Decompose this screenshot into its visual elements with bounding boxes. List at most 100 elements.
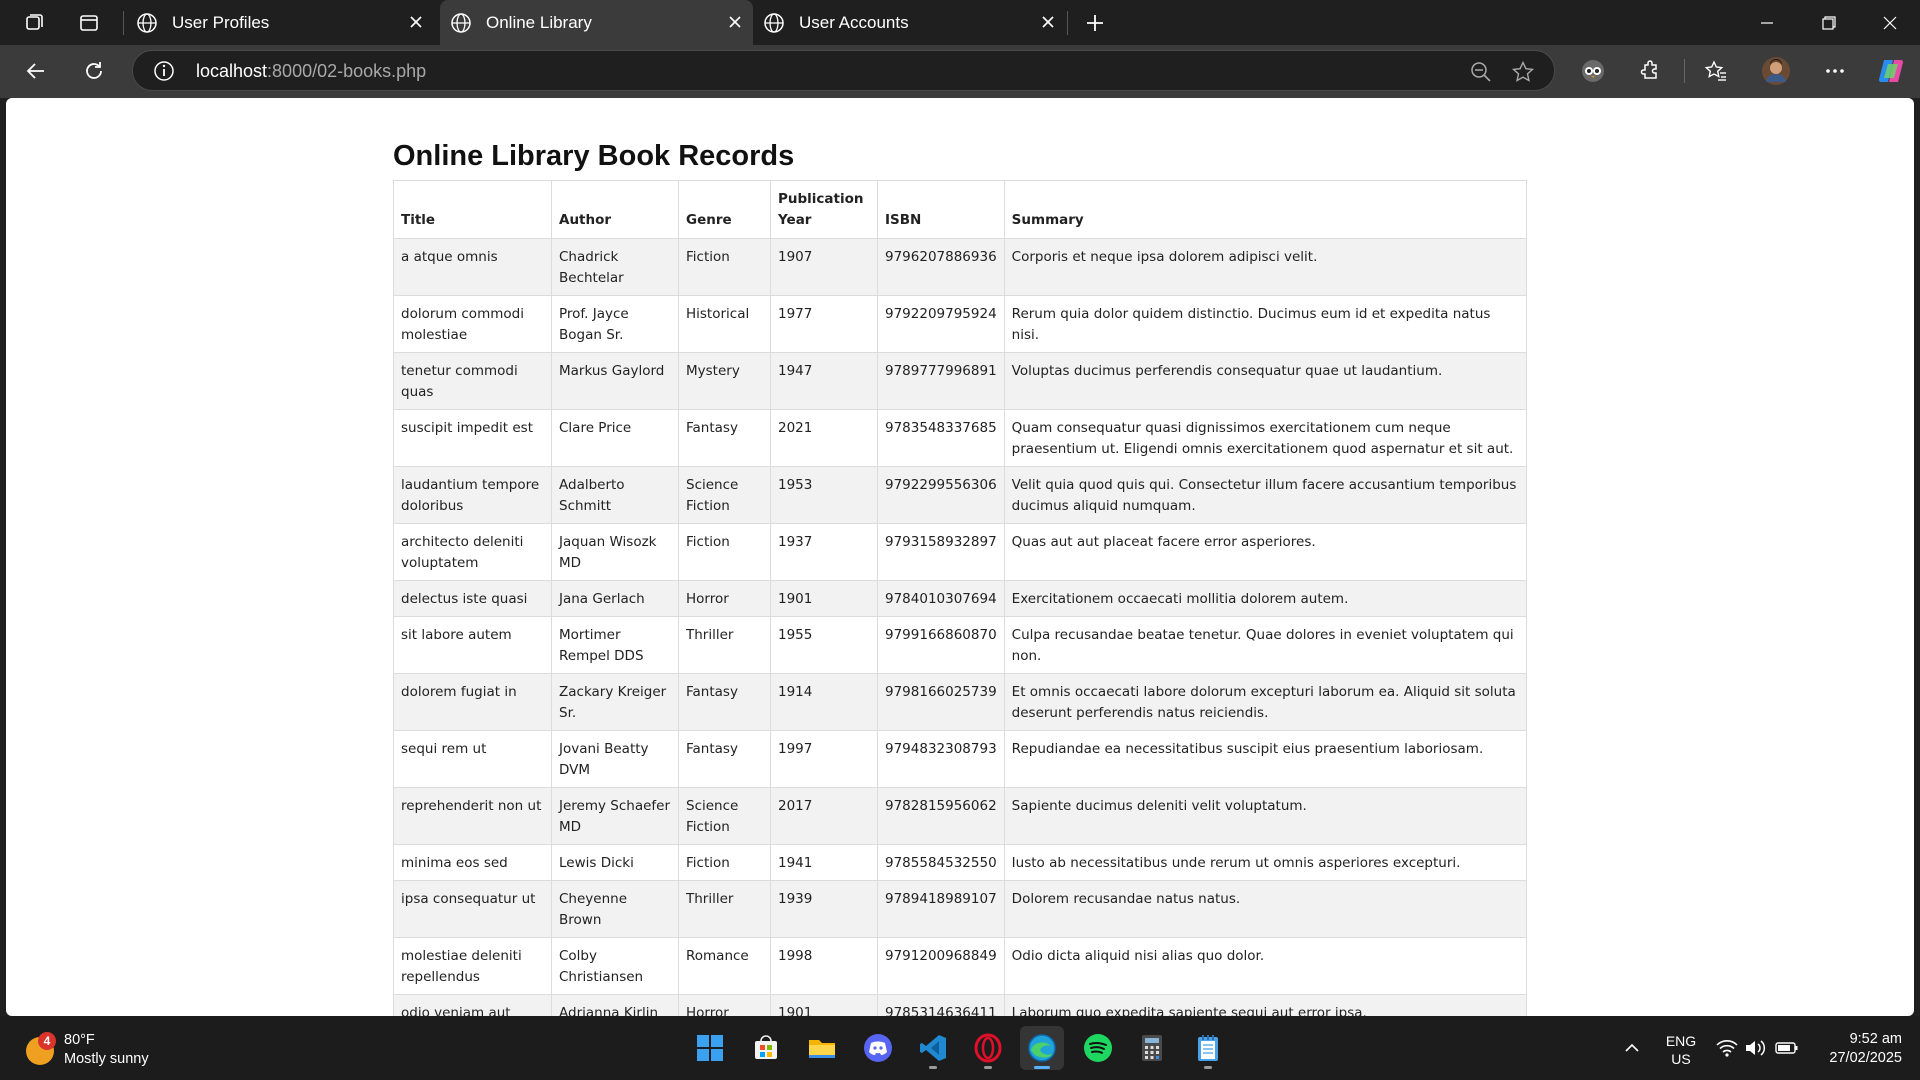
cell-summary: Culpa recusandae beatae tenetur. Quae do…	[1003, 616, 1528, 674]
url-text: localhost:8000/02-books.php	[196, 61, 427, 81]
copilot-icon[interactable]	[1871, 51, 1911, 91]
cell-genre: Fiction	[678, 238, 771, 296]
cell-isbn: 9789418989107	[877, 880, 1005, 938]
cell-author: Mortimer Rempel DDS	[551, 616, 679, 674]
weather-widget[interactable]: 4 80°F Mostly sunny	[22, 1030, 222, 1070]
close-tab-icon[interactable]	[1038, 12, 1058, 32]
cell-genre: Science Fiction	[678, 787, 771, 845]
cell-title: odio veniam aut	[393, 994, 552, 1016]
close-tab-icon[interactable]	[406, 12, 426, 32]
refresh-button[interactable]	[74, 51, 114, 91]
cell-isbn: 9782815956062	[877, 787, 1005, 845]
cell-publication-year: 2021	[770, 409, 878, 467]
cell-isbn: 9793158932897	[877, 523, 1005, 581]
cell-summary: Exercitationem occaecati mollitia dolore…	[1003, 580, 1528, 617]
spotify-icon[interactable]	[1076, 1026, 1120, 1070]
tab-label: Online Library	[486, 12, 592, 32]
column-header-author: Author	[551, 180, 679, 239]
cell-genre: Fiction	[678, 844, 771, 881]
workspaces-icon[interactable]	[17, 6, 51, 40]
volume-icon[interactable]	[1742, 1016, 1768, 1080]
weather-condition: Mostly sunny	[64, 1051, 149, 1067]
calculator-icon[interactable]	[1130, 1026, 1174, 1070]
discord-icon[interactable]	[856, 1026, 900, 1070]
tab-user-profiles[interactable]: User Profiles	[126, 0, 434, 45]
extension-owl-icon[interactable]	[1573, 51, 1613, 91]
restore-button[interactable]	[1799, 0, 1859, 45]
cell-isbn: 9799166860870	[877, 616, 1005, 674]
cell-isbn: 9796207886936	[877, 238, 1005, 296]
vscode-icon[interactable]	[911, 1026, 955, 1070]
cell-isbn: 9785584532550	[877, 844, 1005, 881]
notification-badge: 4	[38, 1032, 56, 1050]
system-clock[interactable]: 9:52 am 27/02/2025	[1810, 1030, 1902, 1068]
table-row: suscipit impedit est Clare Price Fantasy 20…	[393, 409, 1528, 467]
close-tab-icon[interactable]	[725, 12, 745, 32]
close-window-button[interactable]	[1860, 0, 1920, 45]
favorites-icon[interactable]	[1696, 51, 1736, 91]
zoom-out-icon[interactable]	[1469, 60, 1493, 84]
cell-summary: Velit quia quod quis qui. Consectetur il…	[1003, 466, 1528, 524]
page-title: Online Library Book Records	[393, 140, 795, 172]
extensions-puzzle-icon[interactable]	[1631, 51, 1671, 91]
wifi-icon[interactable]	[1714, 1016, 1740, 1080]
profile-avatar[interactable]	[1756, 51, 1796, 91]
cell-isbn: 9783548337685	[877, 409, 1005, 467]
table-row: laudantium tempore doloribus Adalberto Sc…	[393, 466, 1528, 524]
column-header-genre: Genre	[678, 180, 771, 239]
cell-publication-year: 2017	[770, 787, 878, 845]
cell-publication-year: 1907	[770, 238, 878, 296]
cell-summary: Repudiandae ea necessitatibus suscipit e…	[1003, 730, 1528, 788]
tab-user-accounts[interactable]: User Accounts	[753, 0, 1066, 45]
tab-actions-icon[interactable]	[72, 6, 106, 40]
back-button[interactable]	[16, 51, 56, 91]
cell-genre: Romance	[678, 937, 771, 995]
cell-genre: Fantasy	[678, 409, 771, 467]
globe-icon	[136, 12, 158, 34]
cell-genre: Horror	[678, 580, 771, 617]
globe-icon	[763, 12, 785, 34]
cell-title: sequi rem ut	[393, 730, 552, 788]
cell-genre: Science Fiction	[678, 466, 771, 524]
new-tab-button[interactable]	[1078, 6, 1112, 40]
show-hidden-icons-chevron-icon[interactable]	[1617, 1016, 1647, 1080]
cell-genre: Mystery	[678, 352, 771, 410]
language-indicator[interactable]: ENG US	[1664, 1032, 1698, 1068]
cell-summary: Iusto ab necessitatibus unde rerum ut om…	[1003, 844, 1528, 881]
edge-icon[interactable]	[1020, 1026, 1064, 1070]
battery-icon[interactable]	[1772, 1016, 1802, 1080]
cell-isbn: 9794832308793	[877, 730, 1005, 788]
cell-publication-year: 1937	[770, 523, 878, 581]
cell-author: Clare Price	[551, 409, 679, 467]
table-row: architecto deleniti voluptatem Jaquan Wis…	[393, 523, 1528, 581]
cell-author: Jovani Beatty DVM	[551, 730, 679, 788]
address-bar[interactable]: localhost:8000/02-books.php	[132, 50, 1555, 91]
opera-icon[interactable]	[966, 1026, 1010, 1070]
cell-genre: Thriller	[678, 616, 771, 674]
microsoft-store-icon[interactable]	[744, 1026, 788, 1070]
favorite-star-icon[interactable]	[1511, 60, 1535, 84]
more-options-icon[interactable]	[1815, 51, 1855, 91]
cell-publication-year: 1901	[770, 994, 878, 1016]
tab-online-library[interactable]: Online Library	[440, 0, 753, 45]
cell-title: delectus iste quasi	[393, 580, 552, 617]
file-explorer-icon[interactable]	[800, 1026, 844, 1070]
cell-title: a atque omnis	[393, 238, 552, 296]
cell-summary: Dolorem recusandae natus natus.	[1003, 880, 1528, 938]
table-row: sequi rem ut Jovani Beatty DVM Fantasy 1997…	[393, 730, 1528, 788]
cell-author: Cheyenne Brown	[551, 880, 679, 938]
cell-author: Markus Gaylord	[551, 352, 679, 410]
cell-publication-year: 1941	[770, 844, 878, 881]
site-info-icon[interactable]	[153, 60, 175, 87]
cell-genre: Fiction	[678, 523, 771, 581]
cell-publication-year: 1977	[770, 295, 878, 353]
cell-publication-year: 1955	[770, 616, 878, 674]
notepad-icon[interactable]	[1186, 1026, 1230, 1070]
cell-author: Adalberto Schmitt	[551, 466, 679, 524]
windows-start-icon[interactable]	[688, 1026, 732, 1070]
cell-title: dolorum commodi molestiae	[393, 295, 552, 353]
cell-isbn: 9792299556306	[877, 466, 1005, 524]
minimize-button[interactable]	[1737, 0, 1797, 45]
cell-summary: Et omnis occaecati labore dolorum except…	[1003, 673, 1528, 731]
table-row: reprehenderit non ut Jeremy Schaefer MD Sc…	[393, 787, 1528, 845]
